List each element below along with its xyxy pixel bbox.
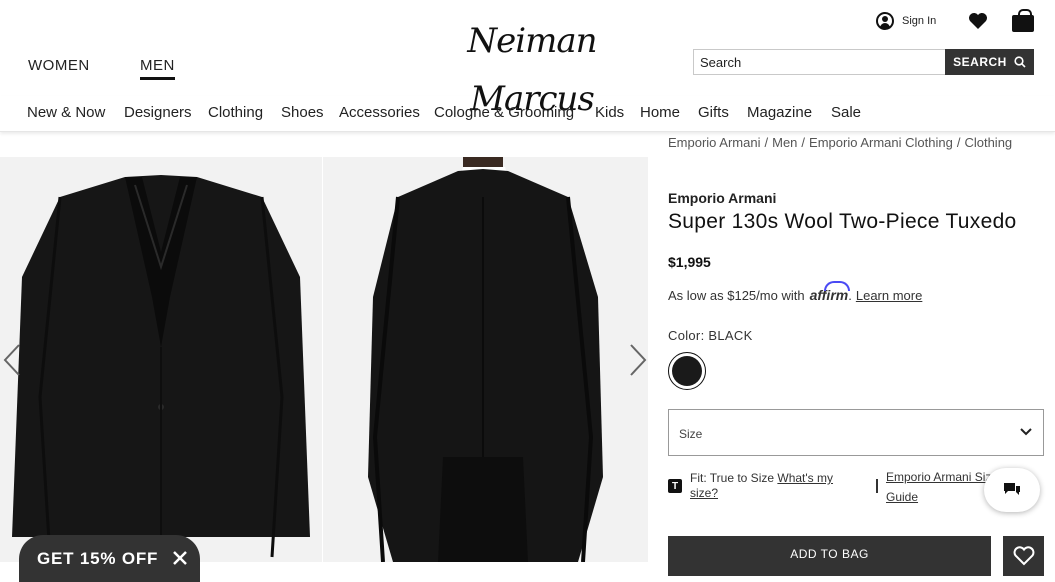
breadcrumb-men[interactable]: Men: [772, 135, 797, 150]
product-price: $1,995: [668, 254, 711, 270]
add-to-favorites-button[interactable]: [1003, 536, 1044, 576]
nav-clothing[interactable]: Clothing: [208, 104, 263, 121]
sign-in-label: Sign In: [902, 15, 937, 27]
product-gallery: [0, 157, 648, 562]
nav-home[interactable]: Home: [640, 104, 680, 121]
color-label-text: Color:: [668, 328, 705, 343]
fit-label: Fit: True to Size: [690, 471, 775, 485]
nav-accessories[interactable]: Accessories: [339, 104, 420, 121]
shopping-bag-icon[interactable]: [1012, 8, 1034, 32]
affirm-text: As low as $125/mo with: [668, 287, 805, 303]
sign-in-link[interactable]: Sign In: [876, 10, 936, 32]
fit-text: Fit: True to Size What's my size?: [690, 471, 860, 501]
promo-banner[interactable]: GET 15% OFF: [19, 535, 200, 582]
nav-designers[interactable]: Designers: [124, 104, 192, 121]
product-brand[interactable]: Emporio Armani: [668, 190, 776, 206]
heart-outline-icon: [1013, 546, 1034, 566]
fit-divider: [876, 479, 878, 493]
breadcrumb-clothing[interactable]: Clothing: [964, 135, 1012, 150]
neiman-marcus-logo[interactable]: Neiman Marcus: [432, 4, 632, 119]
category-nav: New & Now Designers Clothing Shoes Acces…: [0, 96, 1055, 132]
nav-magazine[interactable]: Magazine: [747, 104, 812, 121]
affirm-financing: As low as $125/mo with affirm. Learn mor…: [668, 281, 923, 303]
color-label: Color: BLACK: [668, 328, 753, 343]
favorites-icon[interactable]: [968, 10, 988, 32]
affirm-logo: affirm: [809, 281, 850, 303]
previous-image-arrow[interactable]: [2, 343, 22, 377]
chat-button[interactable]: [984, 468, 1040, 512]
tab-men[interactable]: MEN: [140, 57, 175, 80]
account-icon: [876, 12, 894, 30]
site-header: Neiman Marcus WOMEN MEN Sign In SEARCH: [0, 0, 1055, 119]
product-title: Super 130s Wool Two-Piece Tuxedo: [668, 210, 1017, 233]
size-dropdown[interactable]: Size: [668, 409, 1044, 456]
promo-label: GET 15% OFF: [37, 548, 159, 568]
true-fit-icon: T: [668, 479, 682, 493]
search-icon: [1014, 56, 1026, 68]
search-button[interactable]: SEARCH: [945, 49, 1034, 75]
search-input[interactable]: [693, 49, 945, 75]
nav-kids[interactable]: Kids: [595, 104, 624, 121]
next-image-arrow[interactable]: [628, 343, 648, 377]
tab-women[interactable]: WOMEN: [28, 57, 90, 74]
color-swatch-black[interactable]: [668, 352, 706, 390]
size-placeholder: Size: [679, 427, 703, 441]
search-bar: SEARCH: [693, 49, 1034, 75]
chat-icon: [1004, 483, 1020, 495]
close-icon[interactable]: [172, 550, 188, 566]
nav-new-and-now[interactable]: New & Now: [27, 104, 105, 121]
add-to-bag-button[interactable]: ADD TO BAG: [668, 536, 991, 576]
learn-more-link[interactable]: Learn more: [856, 288, 922, 303]
color-value: BLACK: [708, 328, 753, 343]
nav-cologne-grooming[interactable]: Cologne & Grooming: [434, 104, 574, 121]
breadcrumb-emporio-armani[interactable]: Emporio Armani: [668, 135, 760, 150]
nav-shoes[interactable]: Shoes: [281, 104, 324, 121]
breadcrumb-emporio-armani-clothing[interactable]: Emporio Armani Clothing: [809, 135, 953, 150]
search-button-label: SEARCH: [953, 55, 1007, 69]
product-image-back[interactable]: [323, 157, 648, 562]
product-image-front[interactable]: [0, 157, 322, 562]
nav-sale[interactable]: Sale: [831, 104, 861, 121]
chevron-down-icon: [1020, 428, 1032, 436]
breadcrumb: Emporio Armani / Men / Emporio Armani Clothi…: [668, 135, 1013, 150]
nav-gifts[interactable]: Gifts: [698, 104, 729, 121]
